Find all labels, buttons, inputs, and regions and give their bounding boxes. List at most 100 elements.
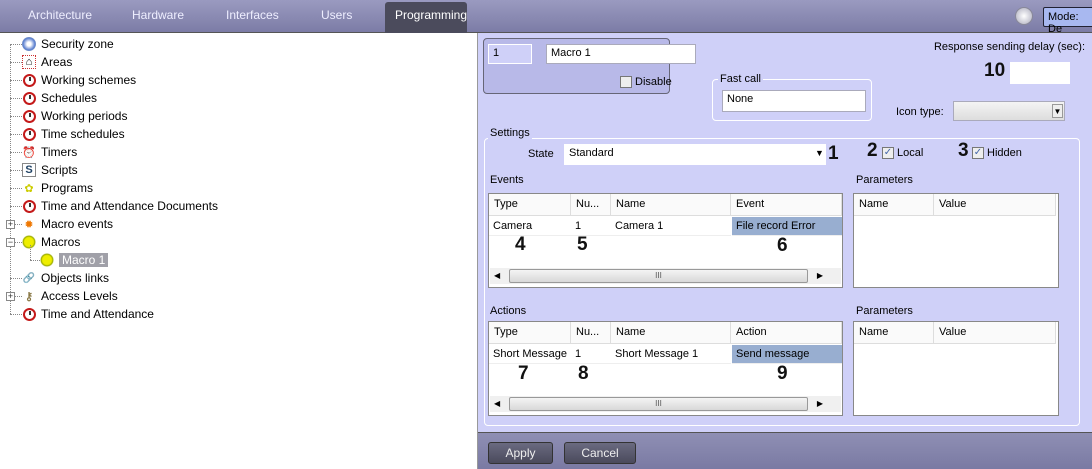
tree-line	[10, 44, 11, 314]
events-table: Type Nu... Name Event Camera 1 Camera 1 …	[488, 193, 843, 288]
expand-icon[interactable]: +	[6, 292, 15, 301]
event-type-cell[interactable]: Camera	[489, 217, 571, 236]
column-header-type[interactable]: Type	[489, 322, 571, 344]
link-icon: 🔗	[22, 272, 36, 284]
column-header-number[interactable]: Nu...	[571, 194, 611, 216]
tree-item-label: Areas	[41, 55, 73, 69]
events-label: Events	[490, 174, 524, 186]
mode-button[interactable]: Mode: De	[1043, 7, 1092, 35]
apply-button[interactable]: Apply	[488, 442, 553, 464]
column-header-name[interactable]: Name	[854, 194, 934, 216]
column-header-type[interactable]: Type	[489, 194, 571, 216]
tree-item-label: Macro 1	[59, 253, 109, 267]
tree-item-label: Macro events	[41, 217, 114, 231]
state-select[interactable]: Standard	[564, 144, 826, 165]
tree-line	[30, 245, 31, 260]
expand-icon[interactable]: +	[6, 220, 15, 229]
action-cell[interactable]: Send message	[732, 345, 842, 364]
local-checkbox[interactable]: ✓	[882, 147, 894, 159]
tree-item[interactable]: ⏰ Timers	[22, 143, 77, 161]
tree-line	[10, 116, 22, 117]
actions-horizontal-scrollbar[interactable]: ◀ III ▶	[490, 396, 841, 412]
keys-icon: ⚷	[24, 290, 34, 303]
tab-programming[interactable]: Programming	[385, 2, 467, 33]
events-parameters-table: Name Value	[853, 193, 1059, 288]
tree-line	[10, 80, 22, 81]
disable-checkbox[interactable]	[620, 76, 632, 88]
tree-item[interactable]: Schedules	[22, 89, 97, 107]
tab-interfaces[interactable]: Interfaces	[226, 8, 279, 22]
clock-icon	[22, 91, 36, 105]
tree-item[interactable]: Time and Attendance Documents	[22, 197, 218, 215]
tree-item[interactable]: Security zone	[22, 35, 114, 53]
tab-hardware[interactable]: Hardware	[132, 8, 184, 22]
fast-call-label: Fast call	[718, 73, 763, 85]
hidden-label: Hidden	[987, 147, 1022, 159]
response-delay-field[interactable]	[1010, 62, 1070, 84]
event-name-cell[interactable]: Camera 1	[611, 217, 731, 236]
tree-item[interactable]: 🔗 Objects links	[22, 269, 109, 287]
gear-icon	[22, 235, 36, 249]
tree-line	[10, 98, 22, 99]
clock-icon	[22, 199, 36, 213]
column-header-number[interactable]: Nu...	[571, 322, 611, 344]
column-header-value[interactable]: Value	[934, 194, 1056, 216]
column-header-name[interactable]: Name	[611, 322, 731, 344]
actions-label: Actions	[490, 305, 527, 317]
programs-icon: ✿	[24, 182, 34, 195]
action-name-cell[interactable]: Short Message 1	[611, 345, 731, 364]
fast-call-field[interactable]: None	[722, 90, 866, 112]
column-header-value[interactable]: Value	[934, 322, 1056, 344]
disable-label: Disable	[635, 76, 672, 88]
tree-line	[10, 278, 22, 279]
tab-architecture[interactable]: Architecture	[28, 8, 92, 22]
security-zone-icon	[22, 37, 36, 51]
tree-item-label: Schedules	[41, 91, 98, 105]
icon-type-select[interactable]	[953, 101, 1065, 121]
events-horizontal-scrollbar[interactable]: ◀ III ▶	[490, 268, 841, 284]
macro-settings-panel: 1 Macro 1 Disable Fast call None Respons…	[478, 33, 1092, 432]
tree-item[interactable]: S Scripts	[22, 161, 78, 179]
tree-line	[30, 260, 40, 261]
tree-item-label: Working schemes	[41, 73, 137, 87]
macro-event-icon: ✹	[24, 218, 34, 231]
chevron-down-icon[interactable]: ▼	[815, 148, 824, 158]
tree-item[interactable]: ✹ Macro events	[22, 215, 113, 233]
macro-name-field[interactable]: Macro 1	[546, 44, 696, 64]
tree-line	[10, 170, 22, 171]
collapse-icon[interactable]: −	[6, 238, 15, 247]
settings-label: Settings	[488, 127, 532, 139]
tree-item[interactable]: Working periods	[22, 107, 127, 125]
script-icon: S	[22, 163, 36, 177]
hidden-checkbox[interactable]: ✓	[972, 147, 984, 159]
tree-item[interactable]: Time and Attendance	[22, 305, 154, 323]
action-type-cell[interactable]: Short Message	[489, 345, 571, 364]
clock-icon	[22, 307, 36, 321]
actions-parameters-table: Name Value	[853, 321, 1059, 416]
column-header-name[interactable]: Name	[854, 322, 934, 344]
tree-item-label: Objects links	[41, 271, 110, 285]
macro-id-field[interactable]: 1	[488, 44, 532, 64]
tree-item[interactable]: ⚷ Access Levels	[22, 287, 118, 305]
tree-item-label: Access Levels	[41, 289, 118, 303]
tree-item[interactable]: Working schemes	[22, 71, 136, 89]
column-header-action[interactable]: Action	[731, 322, 842, 344]
action-number-cell[interactable]: 1	[571, 345, 611, 364]
tab-users[interactable]: Users	[321, 8, 352, 22]
column-header-event[interactable]: Event	[731, 194, 842, 216]
cancel-button[interactable]: Cancel	[564, 442, 636, 464]
callout-4: 4	[515, 234, 526, 255]
event-cell[interactable]: File record Error	[732, 217, 842, 236]
column-header-name[interactable]: Name	[611, 194, 731, 216]
tree-item[interactable]: Time schedules	[22, 125, 125, 143]
tree-item[interactable]: ✿ Programs	[22, 179, 93, 197]
tree-item-label: Security zone	[41, 37, 114, 51]
settings-gear-icon[interactable]	[1015, 7, 1033, 25]
tree-item-label: Time and Attendance	[41, 307, 154, 321]
tree-item-label: Timers	[41, 145, 78, 159]
callout-8: 8	[578, 363, 589, 384]
tree-line	[10, 152, 22, 153]
tree-item[interactable]: ⌂ Areas	[22, 53, 72, 71]
tree-item[interactable]: Macro 1	[40, 251, 109, 269]
chevron-down-icon[interactable]: ▼	[1052, 104, 1063, 118]
